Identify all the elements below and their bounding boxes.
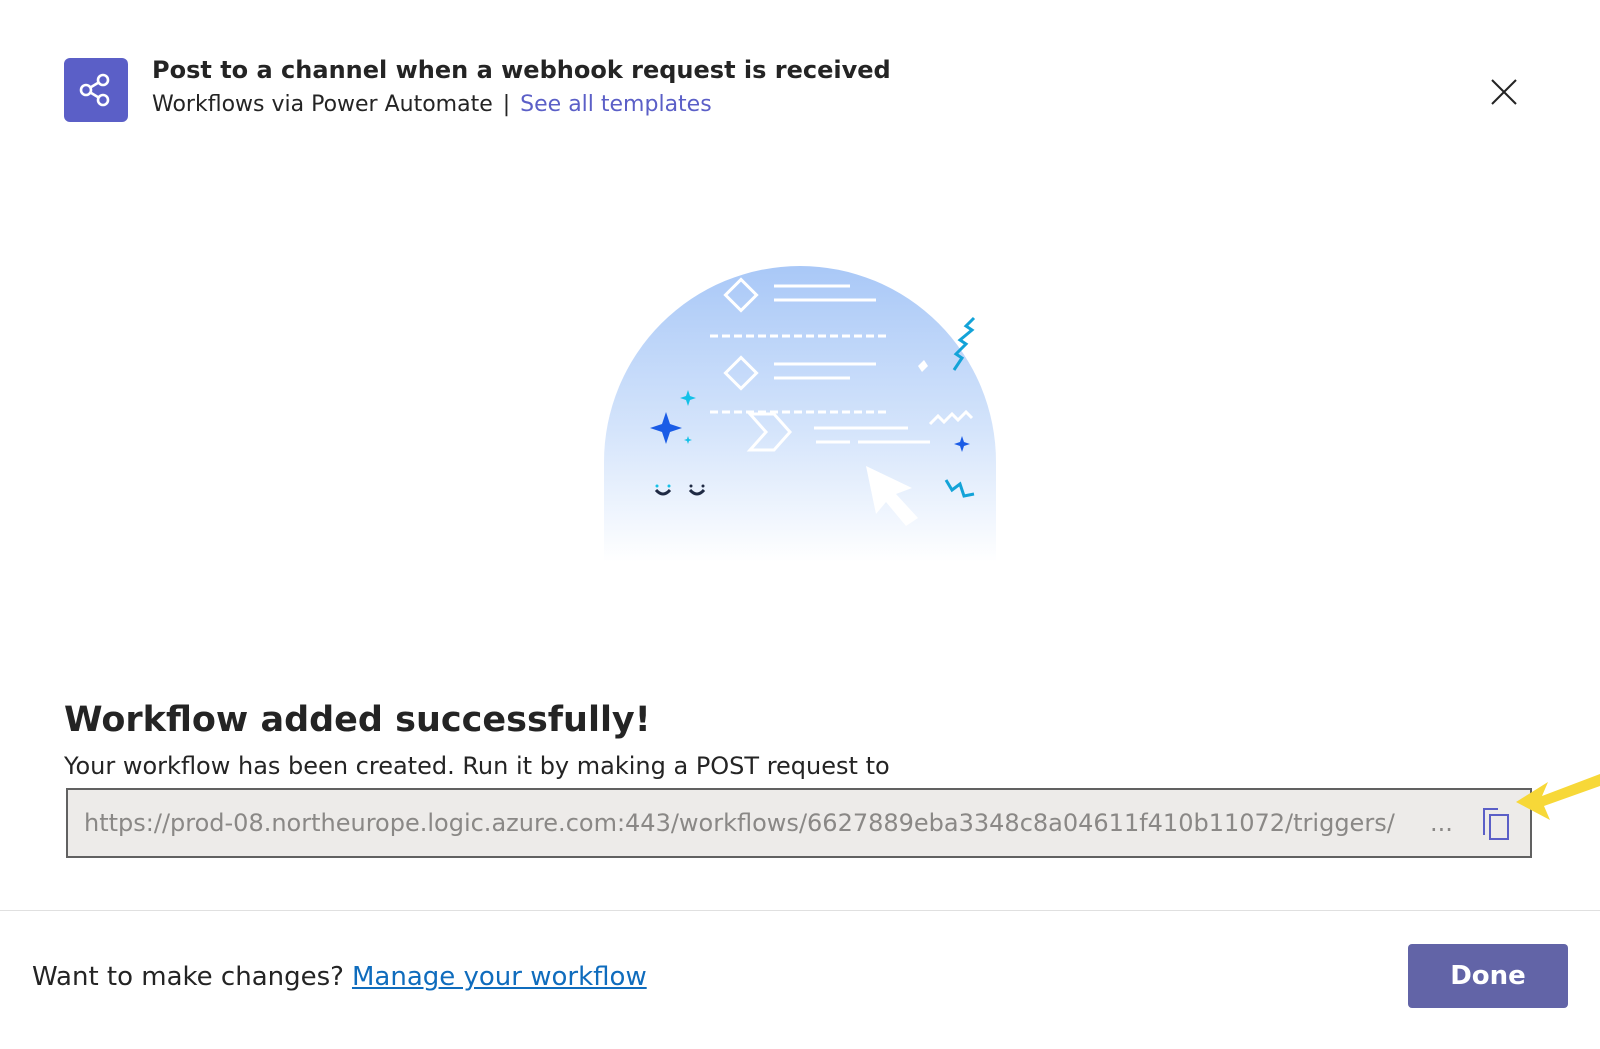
footer-prompt-label: Want to make changes? bbox=[32, 962, 344, 992]
workflow-title: Post to a channel when a webhook request… bbox=[152, 56, 891, 84]
url-ellipsis: ... bbox=[1430, 809, 1453, 837]
manage-workflow-link[interactable]: Manage your workflow bbox=[352, 962, 647, 992]
webhook-url-field[interactable]: https://prod-08.northeurope.logic.azure.… bbox=[66, 788, 1532, 858]
copy-icon bbox=[1483, 808, 1509, 840]
close-button[interactable] bbox=[1484, 72, 1524, 112]
success-illustration bbox=[604, 266, 996, 562]
separator: | bbox=[502, 92, 511, 117]
success-heading: Workflow added successfully! bbox=[64, 700, 651, 740]
workflow-source: Workflows via Power Automate | See all tem… bbox=[152, 92, 712, 117]
app-icon bbox=[64, 58, 128, 122]
footer-prompt: Want to make changes? Manage your workflo… bbox=[32, 962, 647, 992]
done-button[interactable]: Done bbox=[1408, 944, 1568, 1008]
footer-divider bbox=[0, 910, 1600, 911]
close-icon bbox=[1491, 79, 1517, 105]
webhook-url-text[interactable]: https://prod-08.northeurope.logic.azure.… bbox=[84, 809, 1414, 837]
success-description: Your workflow has been created. Run it b… bbox=[64, 752, 890, 780]
arrow-pointer-icon bbox=[1516, 774, 1600, 820]
share-nodes-icon bbox=[79, 73, 110, 107]
see-all-templates-link[interactable]: See all templates bbox=[520, 92, 712, 117]
source-label: Workflows via Power Automate bbox=[152, 92, 493, 117]
